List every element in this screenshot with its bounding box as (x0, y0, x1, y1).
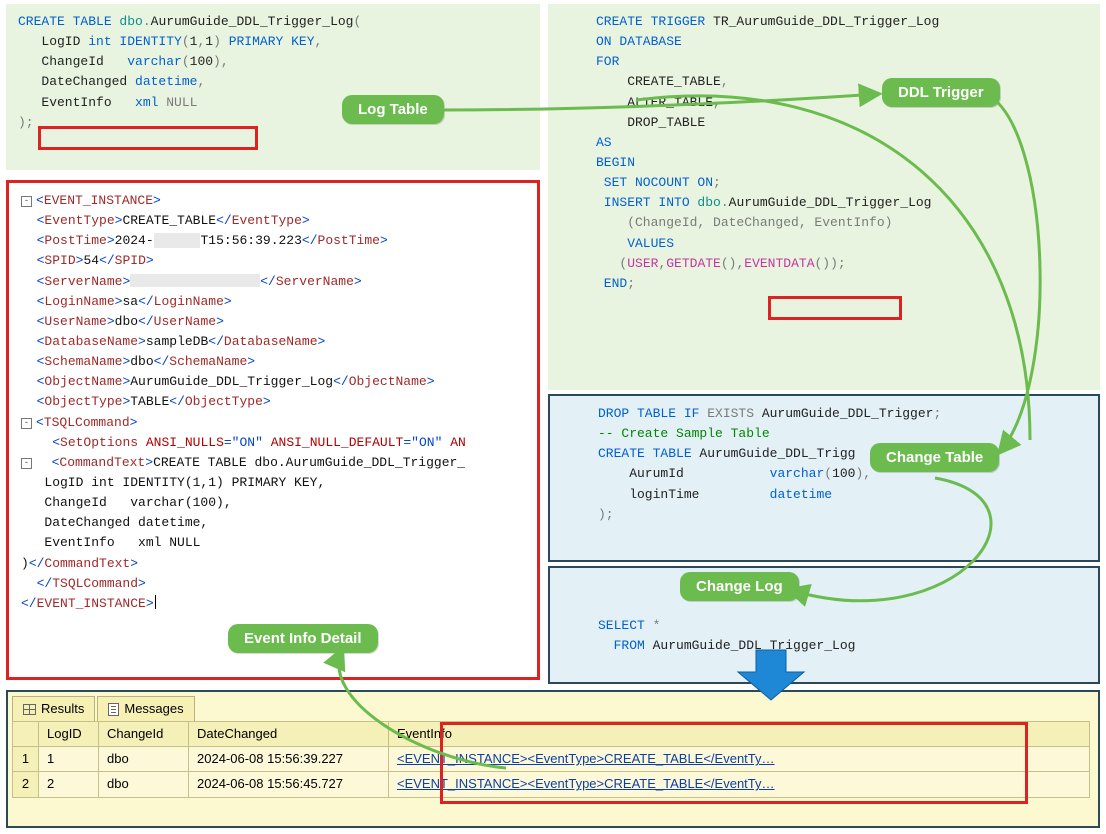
col-rownum (13, 722, 39, 747)
event-info-xml-panel: -<EVENT_INSTANCE> <EventType>CREATE_TABL… (6, 180, 540, 680)
log-table-code-panel: CREATE TABLE dbo.AurumGuide_DDL_Trigger_… (6, 4, 540, 170)
tab-results[interactable]: Results (12, 696, 95, 721)
server-name-redacted (130, 274, 260, 287)
ddl-trigger-code-panel: CREATE TRIGGER TR_AurumGuide_DDL_Trigger… (548, 4, 1100, 390)
message-icon (108, 703, 119, 716)
col-eventinfo: EventInfo (389, 722, 1090, 747)
results-tabs: Results Messages (8, 692, 1098, 721)
change-table-code-panel: DROP TABLE IF EXISTS AurumGuide_DDL_Trig… (548, 394, 1100, 562)
col-logid: LogID (39, 722, 99, 747)
eventinfo-link[interactable]: <EVENT_INSTANCE><EventType>CREATE_TABLE<… (389, 772, 1090, 797)
fold-icon[interactable]: - (21, 458, 32, 469)
event-info-xml: -<EVENT_INSTANCE> <EventType>CREATE_TABL… (21, 191, 525, 614)
grid-icon (23, 704, 36, 715)
table-row[interactable]: 1 1 dbo 2024-06-08 15:56:39.227 <EVENT_I… (13, 747, 1090, 772)
select-code-panel: SELECT * FROM AurumGuide_DDL_Trigger_Log (548, 566, 1100, 684)
badge-log-table: Log Table (342, 95, 444, 124)
col-changeid: ChangeId (99, 722, 189, 747)
badge-change-table: Change Table (870, 443, 999, 472)
fold-icon[interactable]: - (21, 196, 32, 207)
select-code: SELECT * FROM AurumGuide_DDL_Trigger_Log (562, 576, 1086, 656)
results-grid[interactable]: LogID ChangeId DateChanged EventInfo 1 1… (12, 721, 1090, 797)
badge-event-info: Event Info Detail (228, 624, 378, 653)
col-datechanged: DateChanged (189, 722, 389, 747)
badge-ddl-trigger: DDL Trigger (882, 78, 1000, 107)
fold-icon[interactable]: - (21, 418, 32, 429)
table-header-row: LogID ChangeId DateChanged EventInfo (13, 722, 1090, 747)
badge-change-log: Change Log (680, 572, 799, 601)
results-panel: Results Messages LogID ChangeId DateChan… (6, 690, 1100, 828)
eventinfo-link[interactable]: <EVENT_INSTANCE><EventType>CREATE_TABLE<… (389, 747, 1090, 772)
change-table-code: DROP TABLE IF EXISTS AurumGuide_DDL_Trig… (562, 404, 1086, 525)
tab-messages[interactable]: Messages (97, 696, 194, 721)
table-row[interactable]: 2 2 dbo 2024-06-08 15:56:45.727 <EVENT_I… (13, 772, 1090, 797)
ddl-trigger-code: CREATE TRIGGER TR_AurumGuide_DDL_Trigger… (560, 12, 1088, 294)
log-table-code: CREATE TABLE dbo.AurumGuide_DDL_Trigger_… (18, 12, 528, 133)
